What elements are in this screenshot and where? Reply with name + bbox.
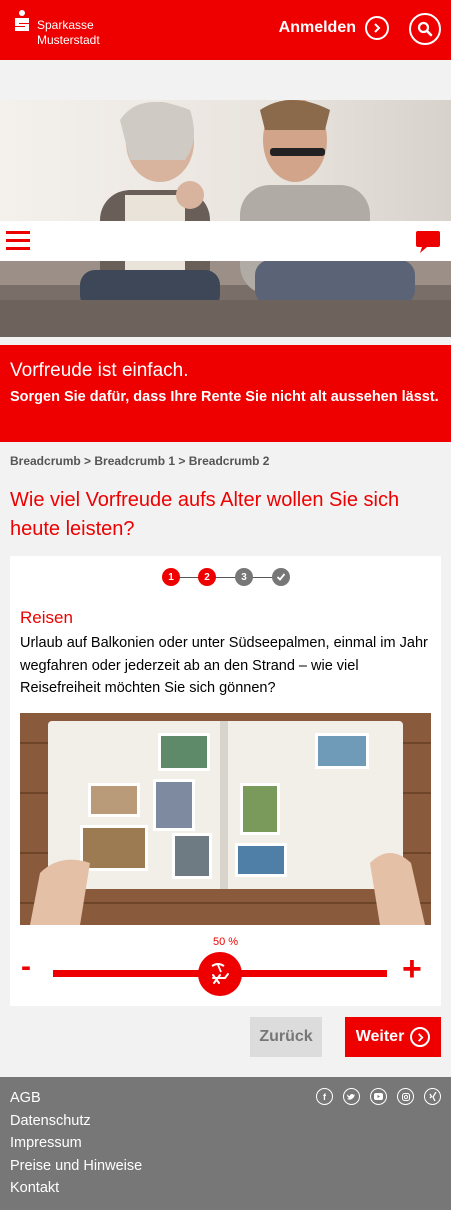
next-button[interactable]: Weiter (345, 1017, 441, 1057)
travel-photo-album-image (20, 713, 431, 925)
social-links: f (306, 1088, 441, 1105)
login-label: Anmelden (278, 19, 356, 36)
breadcrumb: Breadcrumb > Breadcrumb 1 > Breadcrumb 2 (10, 454, 269, 468)
photo-album-illustration (20, 713, 431, 925)
breadcrumb-item[interactable]: Breadcrumb 2 (189, 454, 270, 468)
instagram-icon[interactable] (397, 1088, 414, 1105)
check-icon (276, 573, 286, 581)
footer: AGB Datenschutz Impressum Preise und Hin… (0, 1077, 451, 1210)
breadcrumb-item[interactable]: Breadcrumb (10, 454, 81, 468)
nav-bar (0, 221, 451, 261)
stepper: 1 2 3 (162, 568, 292, 586)
footer-link-datenschutz[interactable]: Datenschutz (10, 1110, 142, 1133)
footer-link-preise[interactable]: Preise und Hinweise (10, 1155, 142, 1178)
step-done[interactable] (272, 568, 290, 586)
card-text: Urlaub auf Balkonien oder unter Südseepa… (20, 635, 428, 696)
back-button[interactable]: Zurück (250, 1017, 322, 1057)
teaser-title: Vorfreude ist einfach. (10, 360, 189, 381)
step-3[interactable]: 3 (235, 568, 253, 586)
increase-button[interactable]: + (402, 952, 422, 986)
header: Sparkasse Musterstadt Anmelden (0, 0, 451, 60)
breadcrumb-separator: > (80, 454, 95, 468)
twitter-icon[interactable] (343, 1088, 360, 1105)
login-button[interactable]: Anmelden (279, 16, 389, 40)
decrease-button[interactable]: - (21, 952, 31, 982)
step-2[interactable]: 2 (198, 568, 216, 586)
youtube-icon[interactable] (370, 1088, 387, 1105)
hero-image (0, 100, 451, 337)
footer-links: AGB Datenschutz Impressum Preise und Hin… (10, 1087, 142, 1200)
breadcrumb-item[interactable]: Breadcrumb 1 (94, 454, 175, 468)
teaser-banner: Vorfreude ist einfach. Sorgen Sie dafür,… (0, 345, 451, 442)
chat-icon[interactable] (415, 230, 441, 254)
chevron-right-icon (410, 1027, 431, 1047)
xing-icon[interactable] (424, 1088, 441, 1105)
slider-thumb[interactable] (198, 952, 242, 996)
search-button[interactable] (409, 13, 441, 45)
next-button-label: Weiter (355, 1028, 405, 1045)
facebook-icon[interactable]: f (316, 1088, 333, 1105)
card-title: Reisen (20, 608, 73, 627)
chevron-right-icon (365, 16, 389, 40)
breadcrumb-separator: > (175, 454, 189, 468)
stepper-line (172, 576, 282, 578)
footer-link-impressum[interactable]: Impressum (10, 1132, 142, 1155)
sparkasse-logo-icon (15, 10, 29, 31)
beach-chair-icon (211, 963, 229, 984)
brand-name: Sparkasse Musterstadt (37, 18, 100, 48)
brand-line-1: Sparkasse (37, 18, 94, 32)
question-card: 1 2 3 Reisen Urlaub auf Balkonien oder u… (10, 556, 441, 1006)
teaser-subtitle: Sorgen Sie dafür, dass Ihre Rente Sie ni… (10, 389, 439, 405)
slider-value-label: 50 % (212, 936, 239, 948)
step-1[interactable]: 1 (162, 568, 180, 586)
footer-link-agb[interactable]: AGB (10, 1087, 142, 1110)
brand-line-2: Musterstadt (37, 33, 100, 47)
menu-icon[interactable] (6, 231, 30, 251)
footer-link-kontakt[interactable]: Kontakt (10, 1177, 142, 1200)
search-icon (417, 21, 433, 37)
page-title: Wie viel Vorfreude aufs Alter wollen Sie… (10, 489, 400, 540)
hero-photo (0, 100, 451, 337)
